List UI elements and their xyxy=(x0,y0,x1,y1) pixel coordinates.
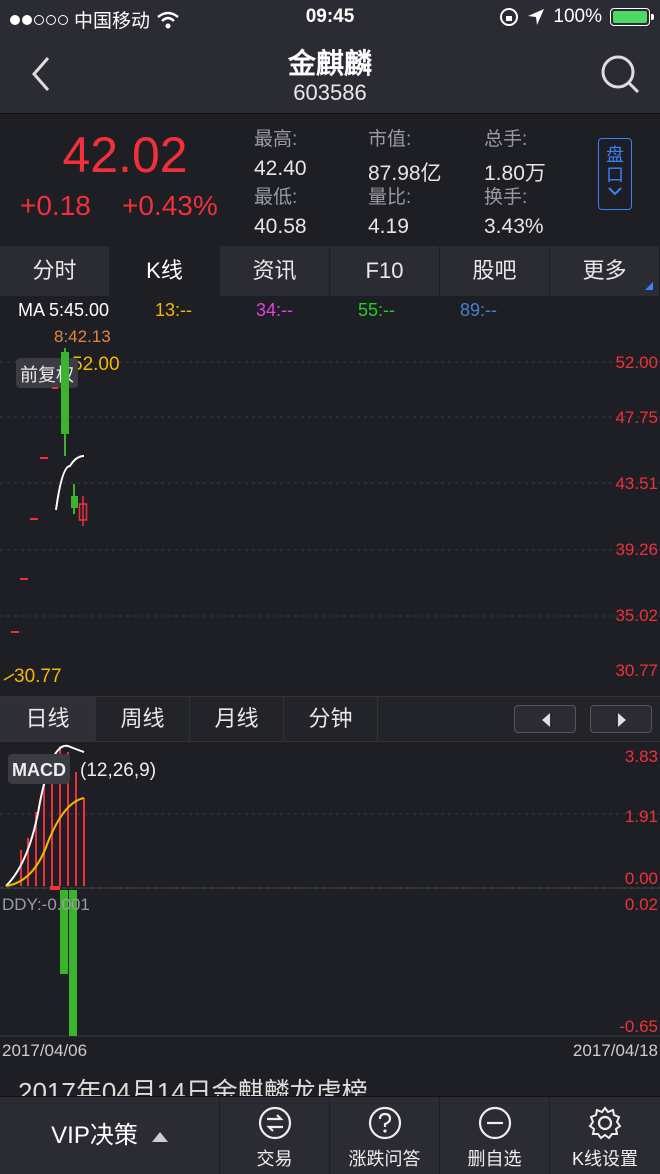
candle-body xyxy=(61,352,69,434)
main-tabs: 分时 K线 资讯 F10 股吧 更多 xyxy=(0,246,660,296)
more-corner-icon xyxy=(645,282,653,290)
ma5-label: MA 5:45.00 xyxy=(18,300,109,320)
date-end: 2017/04/18 xyxy=(573,1041,658,1060)
price-change: +0.18 xyxy=(20,190,91,221)
news-headline[interactable]: 2017年04月14日金麒麟龙虎榜 xyxy=(0,1062,660,1096)
battery-icon xyxy=(610,8,654,26)
search-icon[interactable] xyxy=(598,52,642,96)
qa-label: 涨跌问答 xyxy=(348,1149,421,1169)
rotation-lock-icon xyxy=(500,8,519,26)
status-bar: 中国移动 09:45 100% xyxy=(0,0,660,36)
stock-name: 金麒麟 xyxy=(287,48,372,79)
ma13-label: 13:-- xyxy=(155,300,192,320)
tab-news[interactable]: 资讯 xyxy=(220,246,330,296)
tab-more[interactable]: 更多 xyxy=(550,246,660,296)
qa-button[interactable]: 涨跌问答 xyxy=(330,1097,440,1174)
gear-icon xyxy=(588,1106,622,1140)
tab-forum[interactable]: 股吧 xyxy=(440,246,550,296)
bottom-toolbar: VIP决策 交易 涨跌问答 删自选 K线设置 xyxy=(0,1096,660,1174)
y-tick: 30.77 xyxy=(615,661,658,680)
trade-button[interactable]: 交易 xyxy=(220,1097,330,1174)
ma55-label: 55:-- xyxy=(358,300,395,320)
period-tab-week[interactable]: 周线 xyxy=(96,697,190,741)
low-marker-line xyxy=(3,673,15,681)
high-time-label: 8:42.13 xyxy=(54,327,111,346)
macd-params: (12,26,9) xyxy=(80,760,156,781)
small-candles xyxy=(11,387,58,633)
remove-watchlist-button[interactable]: 删自选 xyxy=(440,1097,550,1174)
y-tick: 35.02 xyxy=(615,606,658,625)
kline-grid xyxy=(0,361,660,617)
current-price: 42.02 xyxy=(62,127,188,183)
date-start: 2017/04/06 xyxy=(2,1041,87,1060)
ddy-y-tick: 0.02 xyxy=(625,895,658,914)
candle-body xyxy=(71,496,78,508)
ddy-label: DDY:-0.001 xyxy=(2,895,90,914)
trade-icon xyxy=(258,1106,291,1140)
kline-settings-button[interactable]: K线设置 xyxy=(550,1097,660,1174)
tab-kline[interactable]: K线 xyxy=(110,246,220,296)
location-icon xyxy=(528,9,545,25)
stat-market-cap: 市值: 87.98亿 xyxy=(368,129,442,185)
scroll-right-button[interactable] xyxy=(590,705,652,733)
vip-decision-button[interactable]: VIP决策 xyxy=(0,1097,220,1174)
nav-bar: 金麒麟 603586 xyxy=(0,36,660,114)
macd-y-tick: 0.00 xyxy=(625,869,658,888)
tab-f10[interactable]: F10 xyxy=(330,246,440,296)
macd-red-marker xyxy=(50,886,60,890)
quote-panel: 42.02 +0.18 +0.43% 最高: 42.40 市值: 87.98亿 总手… xyxy=(0,114,660,246)
stat-low: 最低: 40.58 xyxy=(254,187,307,238)
price-change-percent: +0.43% xyxy=(122,190,218,221)
caret-up-icon xyxy=(151,1131,168,1142)
macd-y-tick: 3.83 xyxy=(625,747,658,766)
caret-right-icon xyxy=(618,713,626,727)
macd-chart[interactable]: MACD (12,26,9) 3.83 1.91 0.00 DDY:-0.001… xyxy=(0,742,660,1062)
vip-label: VIP决策 xyxy=(51,1122,138,1149)
order-book-label: 盘口 xyxy=(606,145,624,185)
ma89-label: 89:-- xyxy=(460,300,497,320)
stat-volume-ratio: 量比: 4.19 xyxy=(368,187,412,238)
stock-code: 603586 xyxy=(293,80,367,105)
high-price-label: 52.00 xyxy=(72,354,120,375)
y-tick: 52.00 xyxy=(615,353,658,372)
scroll-left-button[interactable] xyxy=(514,705,576,733)
period-tab-minute[interactable]: 分钟 xyxy=(284,697,378,741)
caret-left-icon xyxy=(542,713,550,727)
kline-chart[interactable]: MA 5:45.00 13:-- 34:-- 55:-- 89:-- 52.00… xyxy=(0,296,660,696)
stat-volume: 总手: 1.80万 xyxy=(484,129,546,185)
y-tick: 43.51 xyxy=(615,474,658,493)
period-tab-month[interactable]: 月线 xyxy=(190,697,284,741)
macd-y-tick: 1.91 xyxy=(625,807,658,826)
order-book-button[interactable]: 盘口 xyxy=(598,138,632,210)
period-tab-day[interactable]: 日线 xyxy=(0,697,96,741)
tab-more-label: 更多 xyxy=(582,258,627,283)
macd-label: MACD xyxy=(12,760,66,780)
question-icon xyxy=(368,1106,401,1140)
stat-turnover: 换手: 3.43% xyxy=(484,187,544,238)
remove-watchlist-label: 删自选 xyxy=(467,1149,522,1169)
period-tabs: 日线 周线 月线 分钟 xyxy=(0,696,660,742)
kline-settings-label: K线设置 xyxy=(571,1149,638,1169)
ddy-y-tick: -0.65 xyxy=(619,1017,658,1036)
chevron-down-icon xyxy=(608,187,622,195)
trade-label: 交易 xyxy=(256,1149,293,1169)
y-tick: 47.75 xyxy=(615,408,658,427)
low-price-label: 30.77 xyxy=(14,666,62,687)
stat-high: 最高: 42.40 xyxy=(254,129,307,180)
minus-circle-icon xyxy=(478,1106,511,1140)
ma34-label: 34:-- xyxy=(256,300,293,320)
tab-intraday[interactable]: 分时 xyxy=(0,246,110,296)
y-tick: 39.26 xyxy=(615,540,658,559)
battery-percent: 100% xyxy=(553,6,602,27)
